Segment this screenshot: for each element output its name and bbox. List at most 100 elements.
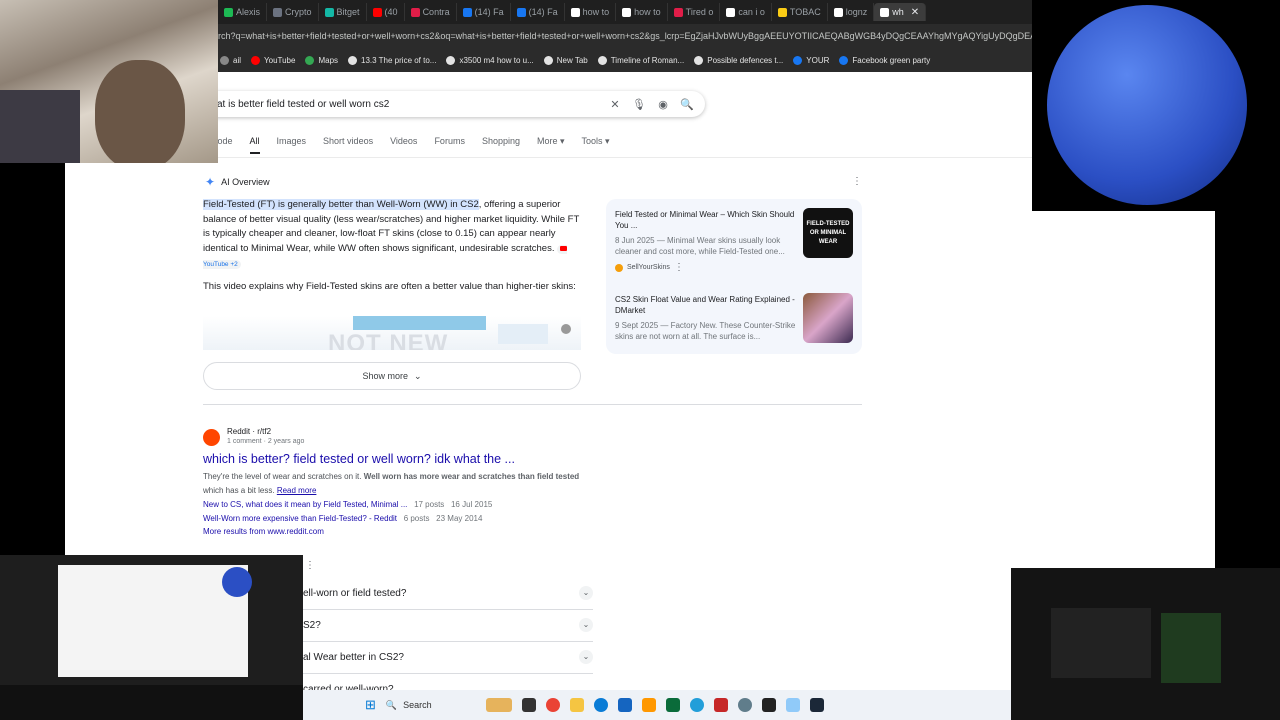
preview-video xyxy=(1051,608,1151,678)
filter-tab[interactable]: Videos xyxy=(390,136,417,154)
mail-icon[interactable] xyxy=(617,698,632,712)
screen-preview-left xyxy=(0,555,303,720)
windows-start-icon[interactable]: ⊞ xyxy=(365,697,376,713)
source-card[interactable]: Field Tested or Minimal Wear – Which Ski… xyxy=(615,209,800,273)
thumbnail-text: FIELD-TESTED OR MINIMAL WEAR xyxy=(806,221,850,245)
telegram-icon[interactable] xyxy=(689,698,704,712)
filter-tab[interactable]: Forums xyxy=(434,136,465,154)
browser-tab[interactable]: Bitget xyxy=(319,3,367,21)
browser-tab[interactable]: Crypto xyxy=(267,3,319,21)
microphone-icon[interactable]: 🎙 xyxy=(627,98,651,111)
browser-tab[interactable]: how to xyxy=(616,3,668,21)
tab-favicon-icon xyxy=(410,7,420,17)
ai-overview-text: Field-Tested (FT) is generally better th… xyxy=(203,198,588,273)
bookmark-item[interactable]: New Tab xyxy=(543,55,588,65)
browser-tab[interactable]: Alexis xyxy=(218,3,268,21)
paa-question[interactable]: al Wear better in CS2? ⌄ xyxy=(303,641,593,674)
show-more-button[interactable]: Show more ⌄ xyxy=(203,362,581,390)
tab-favicon-icon xyxy=(516,7,526,17)
video-control-icon[interactable] xyxy=(561,324,571,334)
bookmark-label: x3500 m4 how to u... xyxy=(459,55,534,65)
filter-tab[interactable]: Images xyxy=(277,136,307,154)
sublink[interactable]: New to CS, what does it mean by Field Te… xyxy=(203,500,492,509)
app-icon[interactable] xyxy=(665,698,680,712)
browser-tab[interactable]: (14) Fa xyxy=(511,3,565,21)
bookmark-item[interactable]: Timeline of Roman... xyxy=(597,55,684,65)
tab-favicon-icon xyxy=(673,7,683,17)
browser-tab[interactable]: lognz xyxy=(828,3,875,21)
more-options-icon[interactable]: ⋮ xyxy=(852,176,862,187)
bookmark-item[interactable]: 13.3 The price of to... xyxy=(348,55,436,65)
search-icon[interactable]: 🔍 xyxy=(675,98,699,111)
filter-tab[interactable]: Short videos xyxy=(323,136,373,154)
browser-tab[interactable]: (14) Fa xyxy=(457,3,511,21)
more-results-link[interactable]: More results from www.reddit.com xyxy=(203,527,324,536)
video-banner xyxy=(353,316,486,330)
search-filters: Mode All Images Short videos Videos Forums Sho… xyxy=(210,136,627,154)
widget-icon[interactable] xyxy=(485,698,512,712)
search-input[interactable]: at is better field tested or well worn c… xyxy=(205,91,705,117)
app-icon[interactable] xyxy=(785,698,800,712)
source-thumbnail[interactable] xyxy=(803,293,853,343)
sublink[interactable]: Well-Worn more expensive than Field-Test… xyxy=(203,514,482,523)
video-graphic xyxy=(498,324,548,344)
app-icon[interactable] xyxy=(713,698,728,712)
file-explorer-icon[interactable] xyxy=(569,698,584,712)
chevron-down-icon: ⌄ xyxy=(413,370,422,381)
store-icon[interactable] xyxy=(641,698,656,712)
more-options-icon[interactable]: ⋮ xyxy=(305,560,315,571)
taskbar: ⊞ 🔍 Search xyxy=(303,690,1011,720)
tab-favicon-icon xyxy=(726,7,736,17)
reddit-icon xyxy=(203,429,220,446)
bookmark-item[interactable]: ail xyxy=(220,55,241,65)
read-more-link[interactable]: Read more xyxy=(277,486,317,495)
browser-tab[interactable]: Tired o xyxy=(668,3,721,21)
source-card[interactable]: CS2 Skin Float Value and Wear Rating Exp… xyxy=(615,294,800,342)
browser-tab[interactable]: TOBAC xyxy=(772,3,828,21)
filter-tab[interactable]: More ▾ xyxy=(537,136,565,154)
bookmark-item[interactable]: Facebook green party xyxy=(839,55,930,65)
chrome-icon[interactable] xyxy=(545,698,560,712)
result-site[interactable]: Reddit · r/tf2 xyxy=(227,427,271,436)
bookmark-item[interactable]: x3500 m4 how to u... xyxy=(446,55,534,65)
filter-tab[interactable]: Tools ▾ xyxy=(582,136,610,154)
bookmark-item[interactable]: YOUR xyxy=(793,55,829,65)
browser-tab[interactable]: Contra xyxy=(405,3,457,21)
more-options-icon[interactable]: ⋮ xyxy=(674,262,684,273)
task-view-icon[interactable] xyxy=(521,698,536,712)
bookmark-item[interactable]: Maps xyxy=(305,55,338,65)
paa-question[interactable]: ell-worn or field tested? ⌄ xyxy=(303,577,593,610)
browser-tab[interactable]: how to xyxy=(565,3,617,21)
video-preview[interactable]: NOT NEW xyxy=(203,316,581,350)
tab-label: Bitget xyxy=(336,7,360,17)
browser-tab[interactable]: (40 xyxy=(367,3,405,21)
show-more-label: Show more xyxy=(362,371,408,381)
result-title-link[interactable]: which is better? field tested or well wo… xyxy=(203,452,515,466)
bookmark-item[interactable]: YouTube xyxy=(251,55,295,65)
bookmark-icon xyxy=(251,55,261,65)
sparkle-icon: ✦ xyxy=(205,175,216,189)
paa-question[interactable]: S2? ⌄ xyxy=(303,609,593,642)
tab-label: Alexis xyxy=(236,7,261,17)
site-favicon-icon xyxy=(615,263,623,272)
browser-tab[interactable]: can i o xyxy=(720,3,772,21)
clear-icon[interactable]: ✕ xyxy=(603,98,627,111)
taskbar-search[interactable]: 🔍 Search xyxy=(386,700,476,711)
bookmark-item[interactable]: Possible defences t... xyxy=(694,55,783,65)
camera-icon[interactable]: ◉ xyxy=(651,98,675,111)
close-icon[interactable]: ✕ xyxy=(911,7,919,18)
preview-page xyxy=(58,565,248,677)
edge-icon[interactable] xyxy=(593,698,608,712)
browser-tab[interactable]: wh ✕ xyxy=(874,3,927,21)
filter-tab[interactable]: Shopping xyxy=(482,136,520,154)
address-bar[interactable]: rch?q=what+is+better+field+tested+or+wel… xyxy=(218,24,1032,48)
bookmark-icon xyxy=(220,55,229,65)
tab-favicon-icon xyxy=(833,7,843,17)
filter-tab[interactable]: All xyxy=(249,136,260,154)
steam-icon[interactable] xyxy=(809,698,824,712)
youtube-icon xyxy=(560,246,568,252)
search-query: at is better field tested or well worn c… xyxy=(217,98,390,110)
obs-icon[interactable] xyxy=(761,698,776,712)
source-thumbnail[interactable]: FIELD-TESTED OR MINIMAL WEAR xyxy=(803,208,853,258)
settings-icon[interactable] xyxy=(737,698,752,712)
